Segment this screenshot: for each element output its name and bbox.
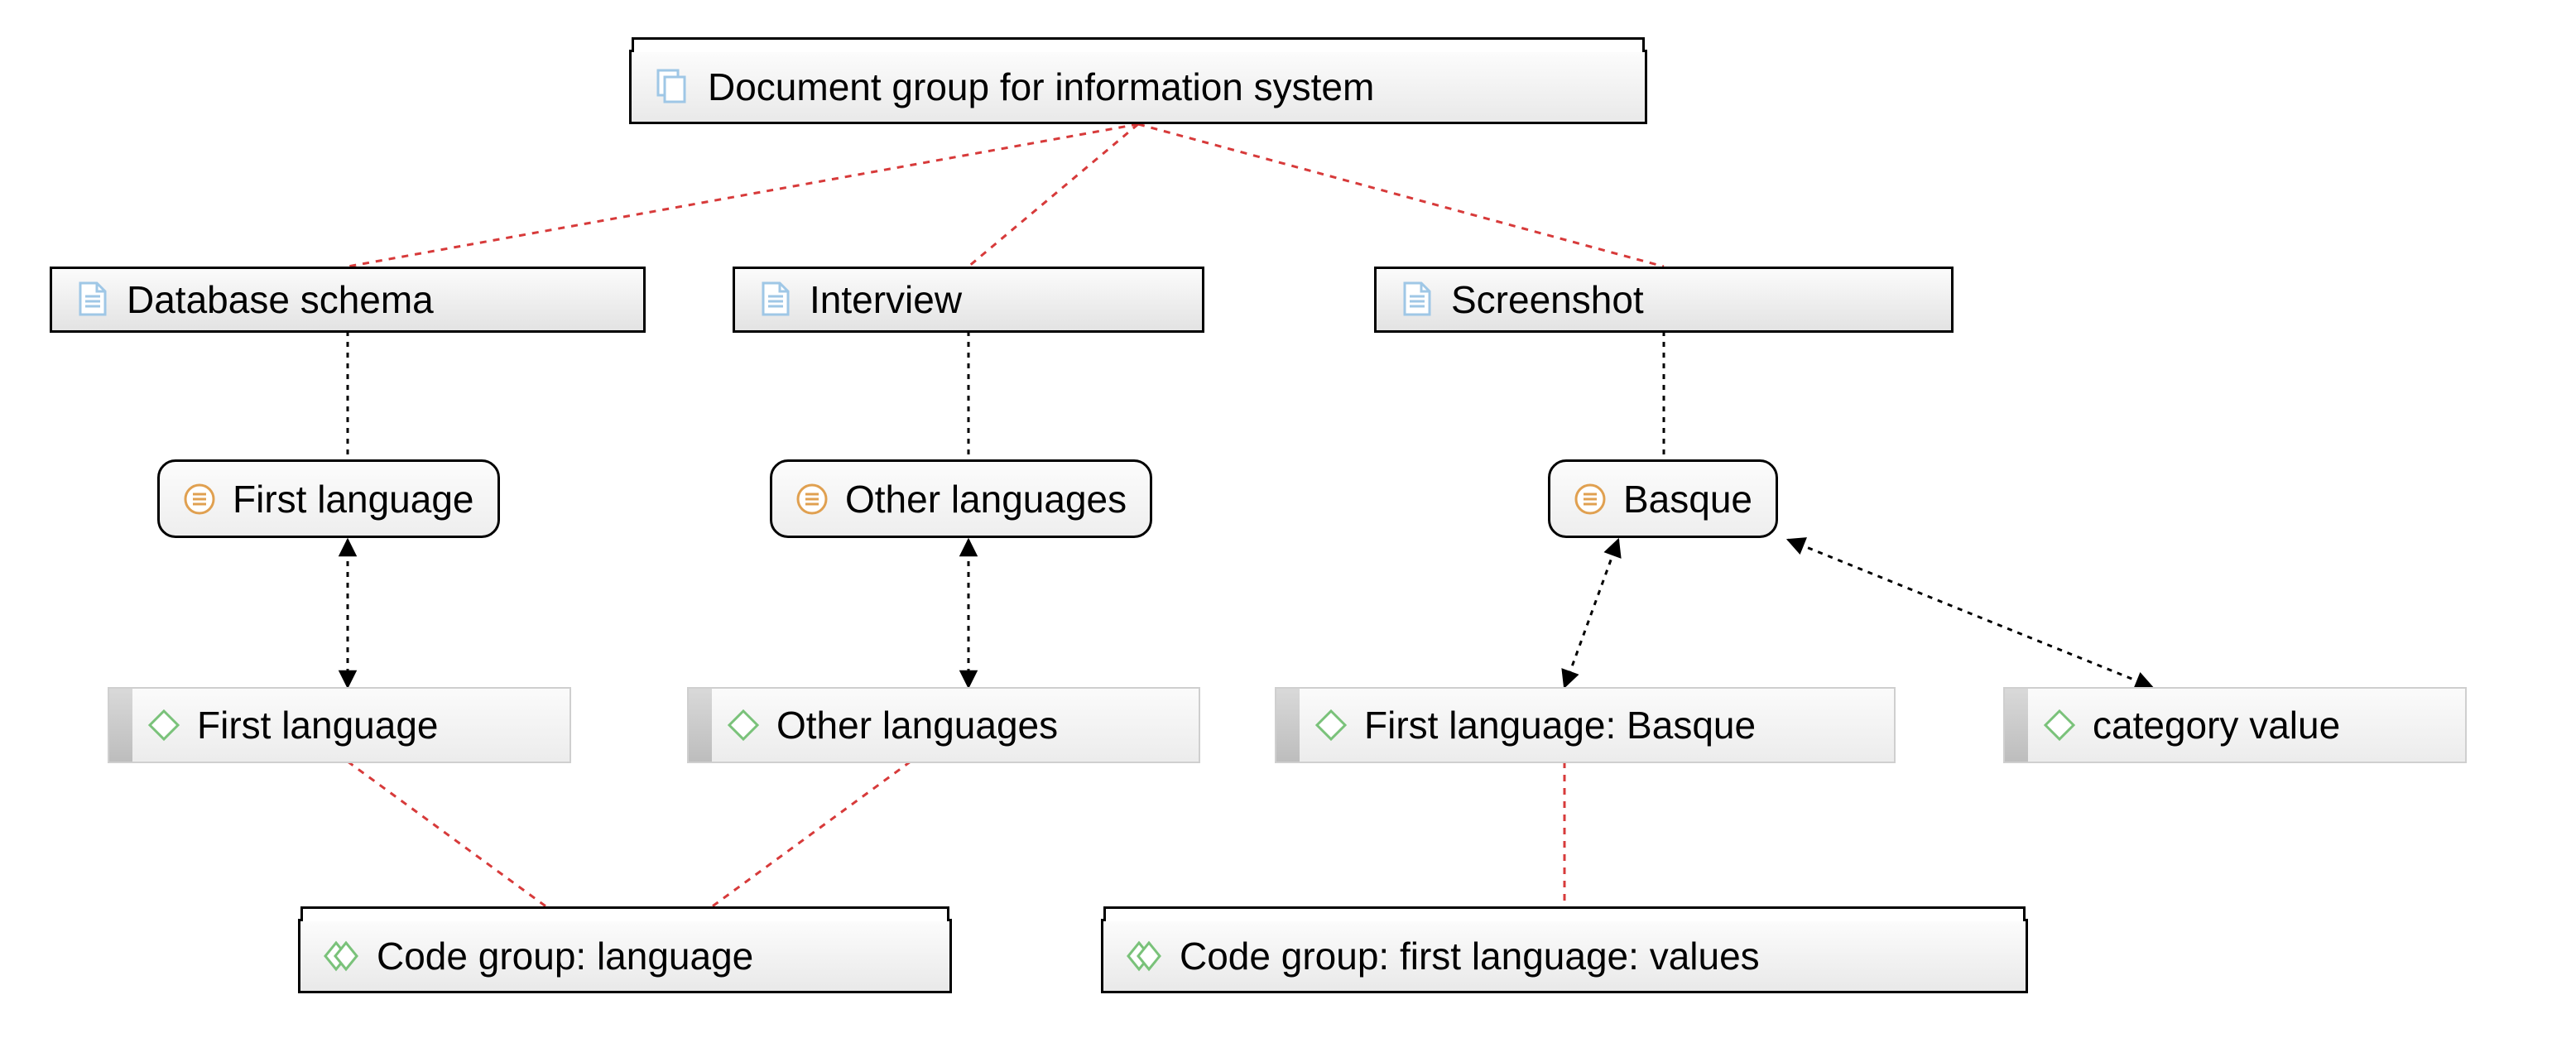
code-side-bar bbox=[689, 689, 712, 762]
double-diamond-icon bbox=[324, 939, 360, 973]
quotation-icon bbox=[183, 483, 216, 516]
diagram-canvas: Document group for information system Da… bbox=[0, 0, 2576, 1038]
diamond-icon bbox=[1314, 709, 1348, 742]
quotation-icon bbox=[1574, 483, 1607, 516]
node-other-languages-quote[interactable]: Other languages bbox=[770, 459, 1152, 538]
node-first-language-basque-code[interactable]: First language: Basque bbox=[1275, 687, 1896, 763]
node-label: First language: Basque bbox=[1364, 706, 1756, 744]
node-label: Code group: first language: values bbox=[1180, 937, 1760, 975]
edge-root-db bbox=[348, 124, 1138, 267]
node-label: Interview bbox=[810, 281, 962, 319]
double-diamond-icon bbox=[1127, 939, 1163, 973]
document-icon bbox=[1400, 281, 1435, 318]
node-interview[interactable]: Interview bbox=[733, 267, 1204, 333]
edge-basque-firstbasque bbox=[1564, 540, 1618, 687]
diamond-icon bbox=[727, 709, 760, 742]
node-basque-quote[interactable]: Basque bbox=[1548, 459, 1778, 538]
node-database-schema[interactable]: Database schema bbox=[50, 267, 646, 333]
node-first-language-code[interactable]: First language bbox=[108, 687, 571, 763]
node-document-group[interactable]: Document group for information system bbox=[629, 50, 1647, 124]
node-label: Other languages bbox=[845, 480, 1127, 518]
code-side-bar bbox=[1276, 689, 1300, 762]
code-side-bar bbox=[109, 689, 132, 762]
edge-firstlangcode-cglang bbox=[348, 762, 563, 919]
node-label: Document group for information system bbox=[708, 68, 1374, 106]
node-label: First language bbox=[197, 706, 439, 744]
document-icon bbox=[75, 281, 110, 318]
document-icon bbox=[758, 281, 793, 318]
edge-root-screenshot bbox=[1138, 124, 1664, 267]
diamond-icon bbox=[2043, 709, 2076, 742]
diamond-icon bbox=[147, 709, 180, 742]
node-label: Screenshot bbox=[1451, 281, 1644, 319]
node-screenshot[interactable]: Screenshot bbox=[1374, 267, 1954, 333]
node-code-group-first-language-values[interactable]: Code group: first language: values bbox=[1101, 919, 2028, 993]
node-label: Code group: language bbox=[377, 937, 753, 975]
documents-icon bbox=[655, 69, 691, 105]
edge-root-interview bbox=[968, 124, 1138, 267]
node-first-language-quote[interactable]: First language bbox=[157, 459, 500, 538]
edge-otherlangcode-cglang bbox=[695, 762, 911, 919]
node-label: category value bbox=[2093, 706, 2340, 744]
node-label: Other languages bbox=[776, 706, 1058, 744]
node-label: Basque bbox=[1623, 480, 1752, 518]
quotation-icon bbox=[795, 483, 829, 516]
node-other-languages-code[interactable]: Other languages bbox=[687, 687, 1200, 763]
code-side-bar bbox=[2005, 689, 2028, 762]
node-category-value-code[interactable]: category value bbox=[2003, 687, 2467, 763]
node-label: Database schema bbox=[127, 281, 434, 319]
node-label: First language bbox=[233, 480, 474, 518]
edge-basque-catvalue bbox=[1788, 540, 2152, 687]
node-code-group-language[interactable]: Code group: language bbox=[298, 919, 952, 993]
